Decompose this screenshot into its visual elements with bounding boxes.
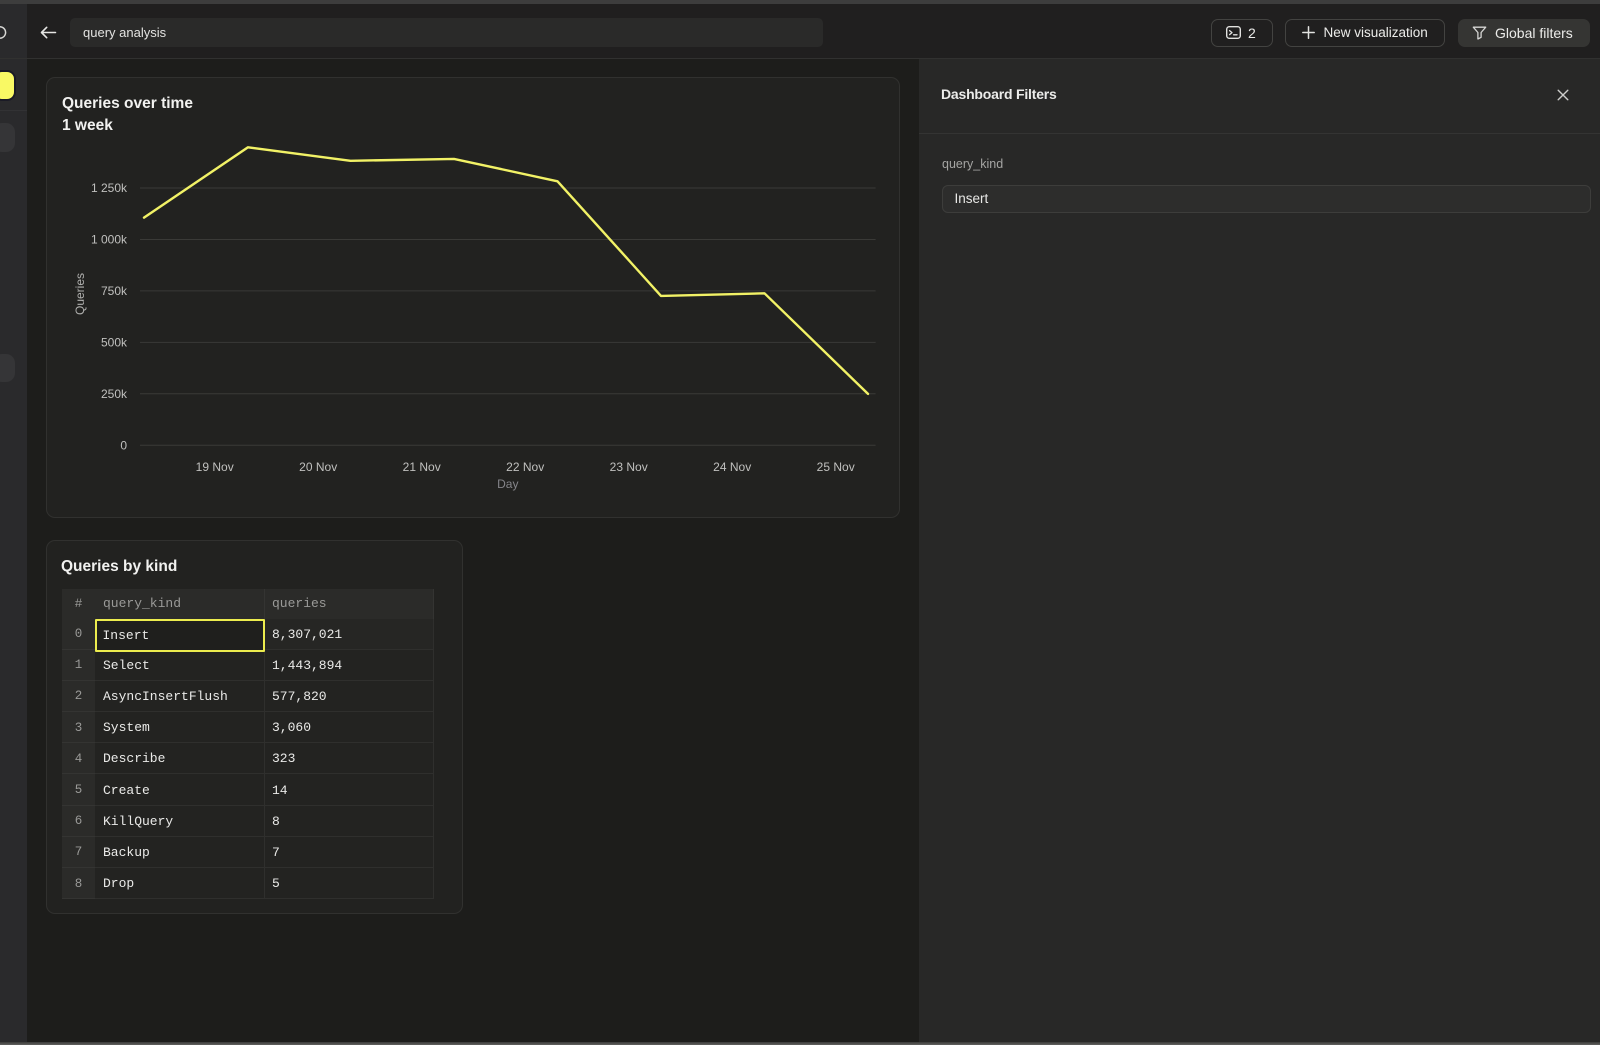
svg-text:250k: 250k [101,387,128,401]
svg-text:1 250k: 1 250k [91,181,128,195]
svg-text:19 Nov: 19 Nov [196,460,234,474]
svg-text:20 Nov: 20 Nov [299,460,337,474]
svg-text:23 Nov: 23 Nov [610,460,648,474]
svg-text:Queries: Queries [73,273,87,315]
svg-text:24 Nov: 24 Nov [713,460,751,474]
svg-text:750k: 750k [101,284,128,298]
svg-text:21 Nov: 21 Nov [403,460,441,474]
svg-text:1 000k: 1 000k [91,233,128,247]
svg-text:0: 0 [120,438,127,452]
svg-text:500k: 500k [101,335,128,349]
svg-text:25 Nov: 25 Nov [817,460,855,474]
svg-text:Day: Day [497,477,518,491]
svg-text:22 Nov: 22 Nov [506,460,544,474]
